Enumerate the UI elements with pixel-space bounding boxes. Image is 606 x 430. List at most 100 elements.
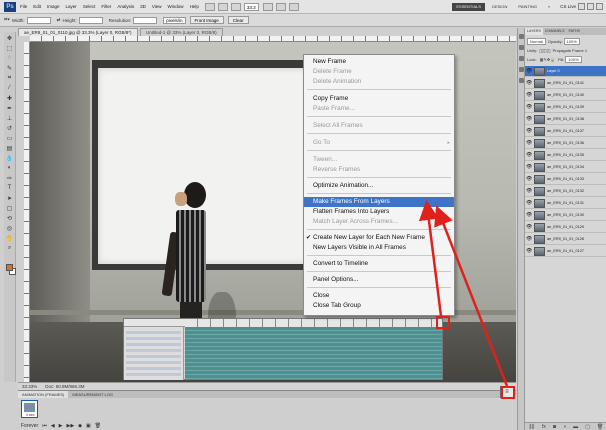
workspace-more-chevron-icon[interactable]: » <box>544 3 554 11</box>
adjustment-layer-icon[interactable]: ◑ <box>563 424 566 430</box>
arrange-documents-button[interactable] <box>275 2 286 11</box>
duplicate-frame-icon[interactable]: ▣ <box>86 423 91 429</box>
pen-tool-icon[interactable]: ✑ <box>5 174 14 182</box>
zoom-level-field[interactable]: 33.3 <box>243 2 259 11</box>
blend-mode-select[interactable]: Normal <box>527 37 546 45</box>
3d-camera-tool-icon[interactable]: ◎ <box>5 224 14 232</box>
path-select-tool-icon[interactable]: ➤ <box>5 194 14 202</box>
gradient-tool-icon[interactable]: ▤ <box>5 144 14 152</box>
menu-analysis[interactable]: Analysis <box>117 4 134 9</box>
loop-select[interactable]: Forever <box>21 423 38 429</box>
bridge-button[interactable] <box>204 2 215 11</box>
adjustments-icon[interactable] <box>518 78 524 83</box>
layer-row[interactable]: 👁 Layer 0 <box>525 66 606 77</box>
lasso-tool-icon[interactable]: ◌ <box>5 54 14 62</box>
layer-row[interactable]: 👁 ae_ER9_01_01_0140 <box>525 90 606 101</box>
extras-button[interactable] <box>230 2 241 11</box>
visibility-eye-icon[interactable]: 👁 <box>526 68 532 74</box>
menu-item-close-tab-group[interactable]: Close Tab Group <box>304 301 454 311</box>
layer-row[interactable]: 👁 ae_ER9_01_01_0136 <box>525 138 606 149</box>
width-field[interactable] <box>26 16 51 24</box>
swatches-icon[interactable] <box>518 67 524 72</box>
menu-item-tween[interactable]: Tween... <box>304 155 454 165</box>
hand-tool-icon[interactable]: ✋ <box>5 234 14 242</box>
layer-row[interactable]: 👁 ae_ER9_01_01_0127 <box>525 246 606 257</box>
crop-tool-icon[interactable]: ⌗▾ <box>4 17 10 24</box>
menu-item-flatten-frames-into-layers[interactable]: Flatten Frames Into Layers <box>304 207 454 217</box>
play-icon[interactable]: ▶ <box>59 423 63 429</box>
tab-animation-frames[interactable]: ANIMATION (FRAMES) <box>18 391 69 398</box>
trash-icon[interactable]: 🗑 <box>597 424 603 430</box>
menu-select[interactable]: Select <box>83 4 96 9</box>
resolution-unit-select[interactable]: pixels/in <box>163 16 186 24</box>
next-frame-icon[interactable]: ▶▶ <box>66 423 74 429</box>
shape-tool-icon[interactable]: ▢ <box>5 204 14 212</box>
menu-layer[interactable]: Layer <box>66 4 77 9</box>
menu-item-make-frames-from-layers[interactable]: Make Frames From Layers <box>304 197 454 207</box>
close-icon[interactable] <box>596 3 603 10</box>
healing-brush-tool-icon[interactable]: ✚ <box>5 94 14 102</box>
history-brush-tool-icon[interactable]: ↺ <box>5 124 14 132</box>
tween-icon[interactable]: ◆ <box>78 423 82 429</box>
workspace-design[interactable]: DESIGN <box>488 3 511 11</box>
menu-help[interactable]: Help <box>190 4 199 9</box>
layer-row[interactable]: 👁 ae_ER9_01_01_0129 <box>525 222 606 233</box>
visibility-eye-icon[interactable]: 👁 <box>526 224 532 230</box>
first-frame-icon[interactable]: ⏮ <box>42 423 47 429</box>
menu-image[interactable]: Image <box>47 4 60 9</box>
resolution-field[interactable] <box>133 16 158 24</box>
layer-row[interactable]: 👁 ae_ER9_01_01_0135 <box>525 150 606 161</box>
menu-item-new-layers-visible[interactable]: New Layers Visible in All Frames <box>304 243 454 253</box>
menu-item-match-layer-across-frames[interactable]: Match Layer Across Frames... <box>304 217 454 227</box>
foreground-color-swatch[interactable] <box>6 264 13 271</box>
visibility-eye-icon[interactable]: 👁 <box>526 140 532 146</box>
menu-window[interactable]: Window <box>168 4 184 9</box>
visibility-eye-icon[interactable]: 👁 <box>526 200 532 206</box>
unify-icons[interactable]: ◫◫◫ <box>539 48 550 53</box>
document-tab-untitled[interactable]: Untitled-1 @ 33% (Layer 0, RGB/8) <box>140 28 223 36</box>
layer-row[interactable]: 👁 ae_ER9_01_01_0130 <box>525 210 606 221</box>
height-field[interactable] <box>78 16 103 24</box>
quick-select-tool-icon[interactable]: ✎ <box>5 64 14 72</box>
crop-tool-icon[interactable]: ⌗ <box>5 74 14 82</box>
opacity-field[interactable]: 100% <box>563 37 580 45</box>
dodge-tool-icon[interactable]: ◐ <box>5 164 14 172</box>
tab-paths[interactable]: PATHS <box>567 28 582 35</box>
cs-live-button[interactable]: CS Live <box>560 4 576 9</box>
visibility-eye-icon[interactable]: 👁 <box>526 248 532 254</box>
layer-row[interactable]: 👁 ae_ER9_01_01_0139 <box>525 102 606 113</box>
propagate-frame-label[interactable]: Propagate Frame 1 <box>553 48 587 53</box>
menu-item-convert-to-timeline[interactable]: Convert to Timeline <box>304 259 454 269</box>
visibility-eye-icon[interactable]: 👁 <box>526 164 532 170</box>
menu-item-optimize-animation[interactable]: Optimize Animation... <box>304 181 454 191</box>
layer-row[interactable]: 👁 ae_ER9_01_01_0128 <box>525 234 606 245</box>
new-layer-icon[interactable]: ▢ <box>585 424 590 430</box>
visibility-eye-icon[interactable]: 👁 <box>526 104 532 110</box>
menu-item-new-frame[interactable]: New Frame <box>304 57 454 67</box>
menu-item-delete-animation[interactable]: Delete Animation <box>304 77 454 87</box>
frame-delay[interactable]: 0 sec. <box>26 413 35 417</box>
eraser-tool-icon[interactable]: ▭ <box>5 134 14 142</box>
previous-frame-icon[interactable]: ◀ <box>51 423 55 429</box>
layer-row[interactable]: 👁 ae_ER9_01_01_0132 <box>525 186 606 197</box>
tab-layers[interactable]: LAYERS <box>525 28 543 35</box>
minimize-icon[interactable] <box>578 3 585 10</box>
menu-edit[interactable]: Edit <box>33 4 41 9</box>
menu-file[interactable]: File <box>20 4 27 9</box>
menu-item-panel-options[interactable]: Panel Options... <box>304 275 454 285</box>
actions-icon[interactable] <box>518 45 524 50</box>
tab-measurement-log[interactable]: MEASUREMENT LOG <box>68 391 117 398</box>
workspace-essentials[interactable]: ESSENTIALS <box>452 2 486 11</box>
minibridge-button[interactable] <box>217 2 228 11</box>
menu-item-paste-frame[interactable]: Paste Frame... <box>304 104 454 114</box>
menu-item-go-to[interactable]: Go To ▸ <box>304 138 454 148</box>
menu-item-copy-frame[interactable]: Copy Frame <box>304 94 454 104</box>
layer-row[interactable]: 👁 ae_ER9_01_01_0137 <box>525 126 606 137</box>
maximize-icon[interactable] <box>587 3 594 10</box>
visibility-eye-icon[interactable]: 👁 <box>526 80 532 86</box>
visibility-eye-icon[interactable]: 👁 <box>526 116 532 122</box>
clear-button[interactable]: Clear <box>227 16 249 24</box>
add-mask-icon[interactable]: ◙ <box>553 424 556 430</box>
menu-item-reverse-frames[interactable]: Reverse Frames <box>304 165 454 175</box>
zoom-tool-icon[interactable]: ⌕ <box>5 244 14 252</box>
